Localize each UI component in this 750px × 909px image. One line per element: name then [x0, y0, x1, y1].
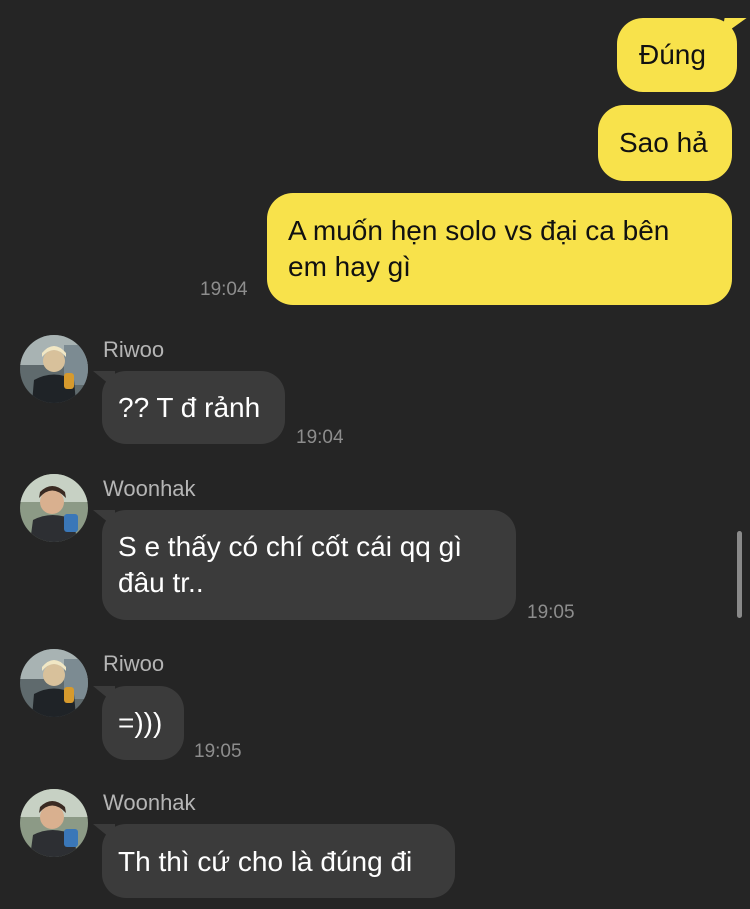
sender-name: Riwoo	[103, 337, 165, 362]
message-timestamp: 19:05	[527, 602, 575, 623]
riwoo-avatar[interactable]	[20, 335, 88, 403]
woonhak-avatar[interactable]	[20, 474, 88, 542]
message-text: S e thấy có chí cốt cái qq gì đâu tr..	[118, 531, 462, 598]
message-timestamp: 19:05	[194, 741, 242, 762]
chat-thread[interactable]: Đúng Sao hả A muốn hẹn solo vs đại ca bê…	[0, 0, 750, 909]
outgoing-message-bubble[interactable]: Sao hả	[598, 105, 732, 181]
message-timestamp: 19:04	[200, 279, 248, 300]
incoming-message-bubble[interactable]: ?? T đ rảnh	[93, 371, 285, 444]
message-text: A muốn hẹn solo vs đại ca bên em hay gì	[288, 215, 670, 282]
woonhak-avatar[interactable]	[20, 789, 88, 857]
outgoing-message-bubble[interactable]: A muốn hẹn solo vs đại ca bên em hay gì	[267, 193, 732, 305]
message-timestamp: 19:04	[296, 427, 344, 448]
incoming-message-bubble[interactable]: S e thấy có chí cốt cái qq gì đâu tr..	[93, 510, 516, 620]
sender-name: Woonhak	[103, 476, 196, 501]
outgoing-message-bubble[interactable]: Đúng	[617, 18, 747, 92]
message-text: Sao hả	[619, 127, 708, 158]
incoming-message-bubble[interactable]: Th thì cứ cho là đúng đi	[93, 824, 455, 898]
message-text: Đúng	[639, 39, 706, 70]
sender-name: Riwoo	[103, 651, 165, 676]
incoming-message-bubble[interactable]: =)))	[93, 686, 184, 760]
sender-name: Woonhak	[103, 790, 196, 815]
message-text: Th thì cứ cho là đúng đi	[118, 846, 413, 877]
scrollbar[interactable]	[737, 531, 742, 618]
message-text: =)))	[118, 707, 163, 738]
message-text: ?? T đ rảnh	[118, 392, 261, 423]
riwoo-avatar[interactable]	[20, 649, 88, 717]
